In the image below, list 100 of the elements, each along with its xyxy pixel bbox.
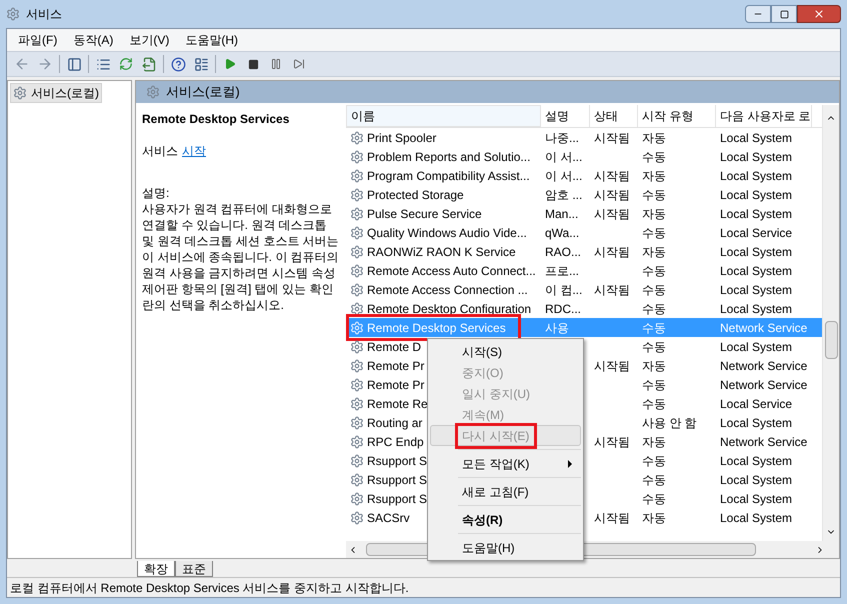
- table-cell: 수동: [642, 492, 666, 506]
- menu-item[interactable]: 새로 고침(F): [430, 481, 581, 502]
- gear-icon: [350, 168, 364, 182]
- gear-icon: [350, 358, 364, 372]
- submenu-arrow-icon: [568, 460, 572, 468]
- table-cell: 시작됨: [594, 358, 630, 372]
- table-cell: 시작됨: [594, 510, 630, 524]
- table-cell: RDC...: [545, 302, 581, 316]
- gear-icon: [350, 264, 364, 278]
- table-cell: Local System: [720, 340, 792, 354]
- service-name-cell-text: Remote Access Connection ...: [367, 282, 528, 298]
- table-cell: Man...: [545, 206, 578, 220]
- table-cell: 시작됨: [594, 244, 630, 258]
- service-name-cell-text: Remote Re: [367, 396, 428, 412]
- table-cell: 시작됨: [594, 168, 630, 182]
- window-title: 서비스: [26, 6, 62, 23]
- table-cell: 수동: [642, 302, 666, 316]
- tree-item[interactable]: 서비스(로컬): [10, 83, 102, 103]
- status-text: 로컬 컴퓨터에서 Remote Desktop Services 서비스를 중지하고 시작합니다.: [10, 580, 409, 596]
- table-cell: 수동: [642, 396, 666, 410]
- table-cell: 수동: [642, 378, 666, 392]
- start-link[interactable]: 시작: [182, 143, 206, 159]
- table-cell: 사용: [545, 320, 569, 334]
- gear-icon: [350, 282, 364, 296]
- gear-icon: [350, 378, 364, 392]
- description-label: 설명:: [142, 185, 170, 201]
- column-header[interactable]: 이름: [346, 105, 541, 127]
- table-cell: Local System: [720, 302, 792, 316]
- table-cell: 수동: [642, 150, 666, 164]
- gear-icon: [350, 416, 364, 430]
- table-cell: 수동: [642, 454, 666, 468]
- service-name: Remote Desktop Services: [142, 111, 290, 127]
- action-text: 서비스: [142, 143, 178, 159]
- column-header[interactable]: 다음 사용자로 로: [716, 105, 812, 127]
- close-button[interactable]: [797, 5, 841, 23]
- service-name-cell-text: Quality Windows Audio Vide...: [367, 224, 527, 242]
- table-cell: Network Service: [720, 434, 808, 448]
- table-cell: Local System: [720, 282, 792, 296]
- table-cell: 수동: [642, 340, 666, 354]
- menu-item[interactable]: 파일(F): [11, 31, 64, 49]
- menu-item[interactable]: 동작(A): [66, 31, 120, 49]
- table-cell: RAO...: [545, 244, 582, 258]
- service-name-cell-text: Pulse Secure Service: [367, 206, 482, 222]
- vertical-scrollbar[interactable]: [822, 105, 839, 541]
- table-cell: 암호 ...: [545, 188, 582, 202]
- table-cell: Network Service: [720, 320, 808, 334]
- service-name-cell-text: Remote Desktop Configuration: [367, 300, 532, 318]
- column-header[interactable]: 시작 유형: [638, 105, 716, 127]
- menu-item[interactable]: 도움말(H): [178, 31, 245, 49]
- gear-icon: [350, 130, 364, 144]
- table-cell: 나중...: [545, 130, 580, 144]
- gear-icon: [350, 226, 364, 240]
- gear-icon: [350, 244, 364, 258]
- table-cell: Local System: [720, 150, 792, 164]
- gear-icon: [350, 340, 364, 354]
- table-cell: 이 서...: [545, 150, 582, 164]
- table-cell: 시작됨: [594, 282, 630, 296]
- gear-icon: [350, 434, 364, 448]
- table-cell: 수동: [642, 188, 666, 202]
- gear-icon: [350, 492, 364, 506]
- menu-item[interactable]: 모든 작업(K): [430, 453, 581, 474]
- gear-icon: [350, 472, 364, 486]
- table-cell: Local System: [720, 472, 792, 486]
- service-name-cell-text: SACSrv: [367, 510, 410, 526]
- table-cell: 수동: [642, 472, 666, 486]
- service-name-cell-text: Rsupport S: [367, 472, 428, 488]
- service-name-cell-text: Rsupport S: [367, 490, 428, 508]
- maximize-icon: [780, 10, 788, 18]
- maximize-button[interactable]: [771, 5, 797, 23]
- service-name-cell-text: RPC Endp: [367, 434, 424, 450]
- view-tab[interactable]: 확장: [137, 561, 175, 577]
- gear-icon: [350, 188, 364, 202]
- gear-icon: [146, 85, 160, 99]
- close-icon: [813, 8, 825, 20]
- menu-item[interactable]: 시작(S): [430, 341, 581, 362]
- service-name-cell-text: Remote D: [367, 338, 422, 356]
- table-cell: 이 서...: [545, 168, 582, 182]
- table-cell: 시작됨: [594, 188, 630, 202]
- gear-icon: [350, 396, 364, 410]
- gear-icon: [350, 320, 364, 334]
- column-header[interactable]: 설명: [541, 105, 590, 127]
- table-cell: Local System: [720, 244, 792, 258]
- scrollbar-thumb[interactable]: [824, 321, 838, 359]
- menu-item[interactable]: 속성(R): [430, 509, 581, 530]
- table-cell: Local System: [720, 168, 792, 182]
- table-cell: Local Service: [720, 226, 792, 240]
- table-cell: 자동: [642, 434, 666, 448]
- service-name-cell-text: Remote Pr: [367, 358, 424, 374]
- service-name-cell-text: Protected Storage: [367, 186, 464, 204]
- menu-item[interactable]: 보기(V): [122, 31, 176, 49]
- pane-title: 서비스(로컬): [166, 83, 240, 102]
- gear-icon: [350, 510, 364, 524]
- column-header[interactable]: 상태: [590, 105, 638, 127]
- table-cell: Local System: [720, 188, 792, 202]
- table-cell: 시작됨: [594, 434, 630, 448]
- menu-item[interactable]: 도움말(H): [430, 537, 581, 558]
- table-cell: 자동: [642, 206, 666, 220]
- view-tab[interactable]: 표준: [175, 561, 213, 577]
- table-cell: 자동: [642, 130, 666, 144]
- table-cell: Local System: [720, 206, 792, 220]
